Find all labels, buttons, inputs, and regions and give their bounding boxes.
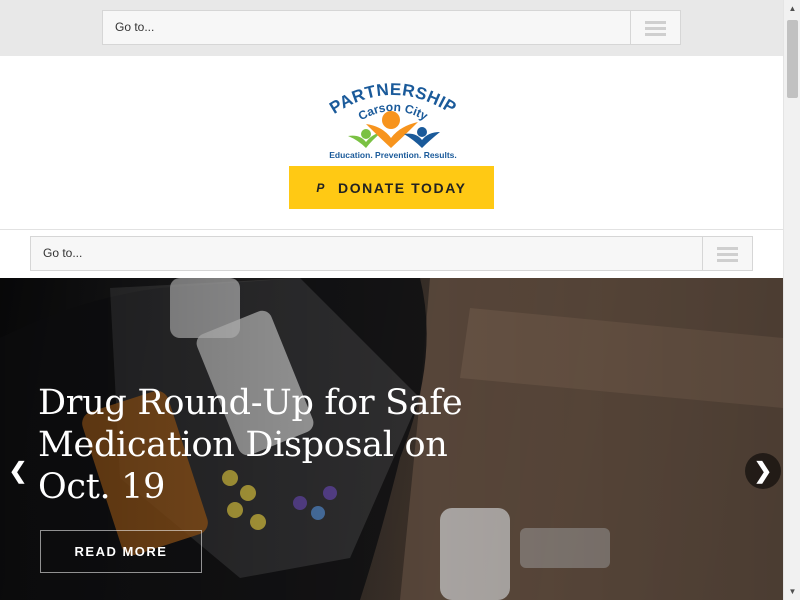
site-logo[interactable]: PARTNERSHIP Carson City Education. Preve…	[318, 76, 468, 160]
top-menu-label: Go to...	[115, 20, 155, 34]
main-menu-label: Go to...	[43, 246, 83, 260]
page: Go to... PARTNERSHIP Carson City Educati…	[0, 0, 783, 600]
donate-label: DONATE TODAY	[337, 179, 467, 196]
read-more-button[interactable]: READ MORE	[40, 530, 202, 573]
top-bar: Go to...	[0, 0, 783, 56]
scroll-down-arrow-icon[interactable]: ▼	[784, 583, 800, 600]
site-header: PARTNERSHIP Carson City Education. Preve…	[0, 56, 783, 230]
hero-title[interactable]: Drug Round-Up for Safe Medication Dispos…	[38, 382, 498, 508]
top-menu-select[interactable]: Go to...	[102, 10, 681, 45]
hamburger-icon[interactable]	[630, 11, 680, 44]
chevron-right-icon[interactable]: ❯	[745, 453, 781, 489]
chevron-left-icon[interactable]: ❮	[0, 453, 36, 489]
paypal-icon: P	[316, 180, 326, 195]
logo-tagline: Education. Prevention. Results.	[329, 150, 457, 160]
hero-slider: Drug Round-Up for Safe Medication Dispos…	[0, 278, 783, 600]
donate-button[interactable]: P DONATE TODAY	[289, 166, 494, 209]
scroll-up-arrow-icon[interactable]: ▲	[784, 0, 800, 17]
scrollbar-thumb[interactable]	[787, 20, 798, 98]
vertical-scrollbar[interactable]: ▲ ▼	[783, 0, 800, 600]
hamburger-icon[interactable]	[702, 237, 752, 270]
main-menu-select[interactable]: Go to...	[30, 236, 753, 271]
